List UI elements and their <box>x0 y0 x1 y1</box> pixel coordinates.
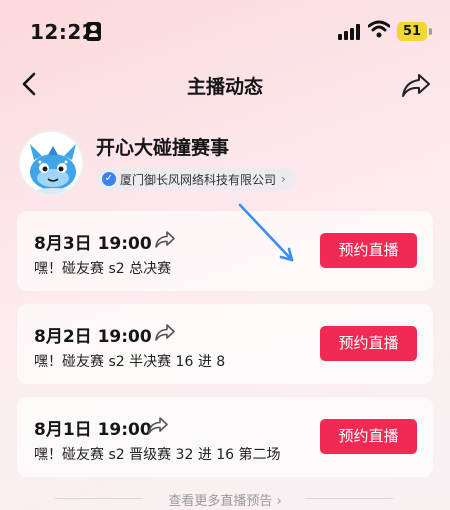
company-name: 厦门御长风网络科技有限公司 <box>120 172 277 187</box>
share-icon[interactable] <box>154 323 176 341</box>
avatar[interactable] <box>18 130 84 196</box>
chevron-right-icon: › <box>281 172 286 186</box>
reserve-live-button[interactable]: 预约直播 <box>320 326 417 361</box>
event-time: 8月1日 19:00 <box>34 420 152 440</box>
event-description: 嘿！碰友赛 s2 总决赛 <box>34 261 172 277</box>
signal-icon <box>338 24 362 40</box>
battery-icon: 51 <box>397 22 427 41</box>
view-more-link[interactable]: 查看更多直播预告 › <box>0 490 450 509</box>
verified-check-icon: ✓ <box>102 172 116 186</box>
battery-tip <box>429 28 432 35</box>
reserve-live-button[interactable]: 预约直播 <box>320 233 417 268</box>
annotation-arrow-icon <box>238 203 294 262</box>
share-icon[interactable] <box>147 416 169 434</box>
event-card: 8月3日 19:00 嘿！碰友赛 s2 总决赛 预约直播 <box>17 211 433 291</box>
mascot-avatar-icon <box>20 132 82 194</box>
share-icon[interactable] <box>400 70 432 100</box>
status-bar: 12:22 51 <box>0 0 450 62</box>
company-badge[interactable]: ✓ 厦门御长风网络科技有限公司 › <box>96 168 296 190</box>
event-time: 8月2日 19:00 <box>34 327 152 347</box>
share-icon[interactable] <box>154 230 176 248</box>
id-card-icon <box>86 22 101 41</box>
reserve-live-button[interactable]: 预约直播 <box>320 419 417 454</box>
event-time: 8月3日 19:00 <box>34 234 152 254</box>
wifi-icon <box>368 20 390 38</box>
event-description: 嘿！碰友赛 s2 半决赛 16 进 8 <box>34 354 226 370</box>
event-card: 8月2日 19:00 嘿！碰友赛 s2 半决赛 16 进 8 预约直播 <box>17 304 433 384</box>
event-card: 8月1日 19:00 嘿！碰友赛 s2 晋级赛 32 进 16 第二场 预约直播 <box>17 397 433 477</box>
event-description: 嘿！碰友赛 s2 晋级赛 32 进 16 第二场 <box>34 447 281 463</box>
page-title: 主播动态 <box>186 76 263 98</box>
profile-name: 开心大碰撞赛事 <box>96 137 230 159</box>
